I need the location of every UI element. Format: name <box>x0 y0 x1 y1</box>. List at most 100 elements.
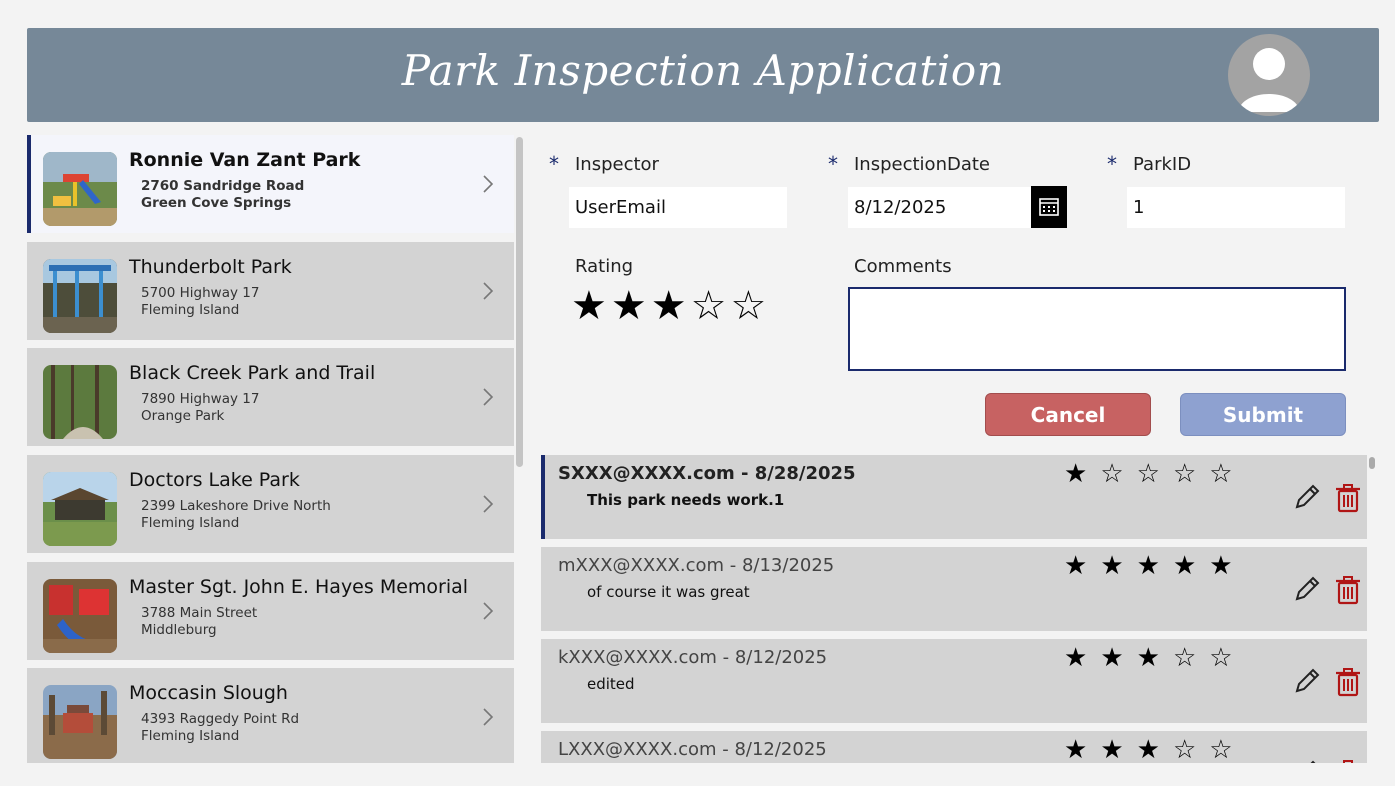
app-header: Park Inspection Application <box>27 28 1379 122</box>
inspector-label: Inspector <box>575 154 659 175</box>
park-list-item[interactable]: Ronnie Van Zant Park 2760 Sandridge Road G… <box>27 135 514 233</box>
chevron-right-icon[interactable] <box>481 388 495 406</box>
park-list-item[interactable]: Black Creek Park and Trail 7890 Highway 1… <box>27 348 514 446</box>
inspection-header: kXXX@XXXX.com - 8/12/2025 <box>558 647 828 668</box>
inspection-list-item[interactable]: SXXX@XXXX.com - 8/28/2025 This park needs… <box>541 455 1367 539</box>
park-name: Master Sgt. John E. Hayes Memorial <box>129 576 469 598</box>
star-filled-icon: ★ <box>1064 735 1101 763</box>
inspection-rating: ★★★★★ <box>1064 551 1246 581</box>
park-list: Ronnie Van Zant Park 2760 Sandridge Road G… <box>27 135 527 763</box>
park-thumbnail <box>43 259 117 333</box>
chevron-right-icon[interactable] <box>481 495 495 513</box>
star-empty-icon[interactable]: ☆ <box>691 283 731 329</box>
inspection-comment: This park needs work.1 <box>587 491 785 509</box>
calendar-icon[interactable] <box>1031 186 1067 228</box>
chevron-right-icon[interactable] <box>481 602 495 620</box>
park-thumbnail <box>43 579 117 653</box>
park-street: 5700 Highway 17 <box>141 285 260 301</box>
inspector-input[interactable] <box>569 187 787 228</box>
star-filled-icon[interactable]: ★ <box>651 283 691 329</box>
pencil-icon[interactable] <box>1293 575 1321 603</box>
star-empty-icon: ☆ <box>1172 735 1210 763</box>
rating-label: Rating <box>575 256 634 277</box>
park-thumbnail <box>43 472 117 546</box>
park-street: 7890 Highway 17 <box>141 391 260 407</box>
star-filled-icon: ★ <box>1064 643 1101 673</box>
trash-icon[interactable] <box>1335 759 1361 763</box>
star-filled-icon[interactable]: ★ <box>571 283 611 329</box>
park-address: 2399 Lakeshore Drive North Fleming Island <box>141 498 331 532</box>
star-filled-icon: ★ <box>1136 551 1173 581</box>
rating-stars[interactable]: ★★★☆☆ <box>571 283 770 329</box>
star-filled-icon[interactable]: ★ <box>611 283 651 329</box>
submit-button[interactable]: Submit <box>1180 393 1346 436</box>
pencil-icon[interactable] <box>1293 667 1321 695</box>
comments-textarea[interactable] <box>848 287 1346 371</box>
cancel-button[interactable]: Cancel <box>985 393 1151 436</box>
chevron-right-icon[interactable] <box>481 175 495 193</box>
park-street: 3788 Main Street <box>141 605 258 621</box>
park-street: 2760 Sandridge Road <box>141 178 305 194</box>
trash-icon[interactable] <box>1335 575 1361 605</box>
inspection-list-item[interactable]: mXXX@XXXX.com - 8/13/2025 of course it wa… <box>541 547 1367 631</box>
star-filled-icon: ★ <box>1136 735 1173 763</box>
inspection-comment: of course it was great <box>587 583 750 601</box>
star-empty-icon: ☆ <box>1172 459 1210 489</box>
star-empty-icon: ☆ <box>1172 643 1210 673</box>
star-filled-icon: ★ <box>1136 643 1173 673</box>
park-list-item[interactable]: Doctors Lake Park 2399 Lakeshore Drive No… <box>27 455 514 553</box>
park-city: Green Cove Springs <box>141 195 292 211</box>
inspection-comment: edited <box>587 675 635 693</box>
trash-icon[interactable] <box>1335 483 1361 513</box>
trash-icon[interactable] <box>1335 667 1361 697</box>
star-filled-icon: ★ <box>1100 551 1137 581</box>
chevron-right-icon[interactable] <box>481 708 495 726</box>
star-filled-icon: ★ <box>1064 551 1101 581</box>
park-list-item[interactable]: Master Sgt. John E. Hayes Memorial 3788 M… <box>27 562 514 660</box>
park-name: Doctors Lake Park <box>129 469 300 491</box>
app-title: Park Inspection Application <box>401 46 1005 95</box>
inspection-rating: ★★★☆☆ <box>1064 735 1246 763</box>
star-empty-icon: ☆ <box>1100 459 1137 489</box>
inspection-list-scrollbar[interactable] <box>1369 457 1375 469</box>
inspection-date-input[interactable] <box>848 187 1031 228</box>
park-list-item[interactable]: Moccasin Slough 4393 Raggedy Point Rd Flem… <box>27 668 514 763</box>
inspection-header: SXXX@XXXX.com - 8/28/2025 <box>558 463 856 484</box>
inspection-rating: ★★★☆☆ <box>1064 643 1246 673</box>
star-empty-icon: ☆ <box>1209 735 1246 763</box>
star-empty-icon[interactable]: ☆ <box>730 283 770 329</box>
parkid-label: ParkID <box>1133 154 1192 175</box>
park-address: 5700 Highway 17 Fleming Island <box>141 285 259 319</box>
star-filled-icon: ★ <box>1100 735 1137 763</box>
park-thumbnail <box>43 152 117 226</box>
park-address: 7890 Highway 17 Orange Park <box>141 391 259 425</box>
park-street: 4393 Raggedy Point Rd <box>141 711 300 727</box>
pencil-icon[interactable] <box>1293 483 1321 511</box>
pencil-icon[interactable] <box>1293 759 1321 763</box>
inspection-header: LXXX@XXXX.com - 8/12/2025 <box>558 739 827 760</box>
park-city: Middleburg <box>141 622 217 638</box>
required-mark: * <box>828 152 838 176</box>
chevron-right-icon[interactable] <box>481 282 495 300</box>
inspection-rating: ★☆☆☆☆ <box>1064 459 1246 489</box>
park-city: Orange Park <box>141 408 225 424</box>
park-city: Fleming Island <box>141 515 240 531</box>
parkid-input[interactable] <box>1127 187 1345 228</box>
inspection-date-label: InspectionDate <box>854 154 990 175</box>
park-address: 4393 Raggedy Point Rd Fleming Island <box>141 711 299 745</box>
park-street: 2399 Lakeshore Drive North <box>141 498 331 514</box>
star-filled-icon: ★ <box>1209 551 1246 581</box>
park-name: Black Creek Park and Trail <box>129 362 376 384</box>
park-address: 2760 Sandridge Road Green Cove Springs <box>141 178 304 212</box>
inspection-list-item[interactable]: kXXX@XXXX.com - 8/12/2025 edited ★★★☆☆ <box>541 639 1367 723</box>
star-filled-icon: ★ <box>1064 459 1101 489</box>
required-mark: * <box>1107 152 1117 176</box>
star-empty-icon: ☆ <box>1209 459 1246 489</box>
park-list-scrollbar[interactable] <box>516 137 523 467</box>
inspection-list-item[interactable]: LXXX@XXXX.com - 8/12/2025 ★★★☆☆ <box>541 731 1367 763</box>
user-avatar-icon[interactable] <box>1228 34 1310 116</box>
park-list-item[interactable]: Thunderbolt Park 5700 Highway 17 Fleming I… <box>27 242 514 340</box>
park-name: Moccasin Slough <box>129 682 288 704</box>
inspection-list: SXXX@XXXX.com - 8/28/2025 This park needs… <box>541 455 1379 763</box>
star-filled-icon: ★ <box>1172 551 1210 581</box>
